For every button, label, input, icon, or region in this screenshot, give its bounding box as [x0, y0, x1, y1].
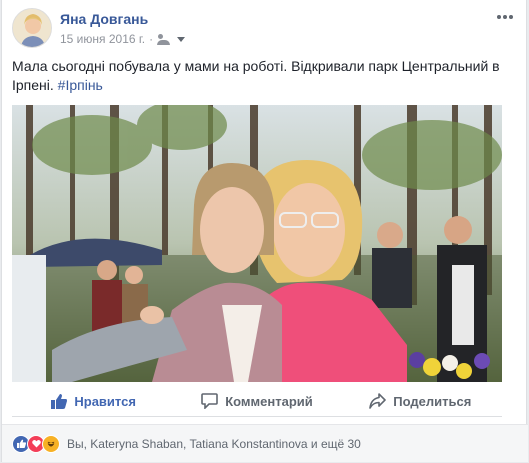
comment-button[interactable]: Комментарий [175, 386, 338, 416]
author-avatar[interactable] [12, 8, 52, 48]
post-meta: 15 июня 2016 г. · [60, 32, 186, 46]
privacy-friends-icon[interactable] [157, 33, 171, 45]
reaction-icons [12, 434, 60, 453]
share-button[interactable]: Поделиться [339, 386, 502, 416]
post-header: Яна Довгань 15 июня 2016 г. · [12, 8, 516, 50]
reactions-text[interactable]: Вы, Kateryna Shaban, Tatiana Konstantino… [67, 437, 361, 451]
post-text: Мала сьогодні побувала у мами на роботі.… [12, 57, 502, 95]
hashtag-link[interactable]: #Ірпінь [58, 77, 103, 93]
haha-icon [42, 434, 60, 453]
more-options-icon[interactable] [494, 8, 516, 26]
post-date[interactable]: 15 июня 2016 г. [60, 32, 145, 46]
comment-icon [201, 393, 219, 409]
like-label: Нравится [74, 393, 136, 409]
share-icon [369, 393, 387, 409]
comment-label: Комментарий [225, 393, 313, 409]
meta-separator: · [149, 32, 154, 46]
reactions-summary[interactable]: Вы, Kateryna Shaban, Tatiana Konstantino… [2, 424, 528, 462]
like-button[interactable]: Нравится [12, 386, 175, 416]
share-label: Поделиться [393, 393, 472, 409]
post-photo[interactable] [12, 105, 502, 382]
author-name[interactable]: Яна Довгань [60, 11, 148, 27]
feed-post: Яна Довгань 15 июня 2016 г. · Мала сього… [1, 0, 528, 462]
thumbs-up-icon [51, 394, 68, 409]
chevron-down-icon[interactable] [177, 36, 186, 42]
post-actions: Нравится Комментарий Поделиться [12, 386, 502, 417]
